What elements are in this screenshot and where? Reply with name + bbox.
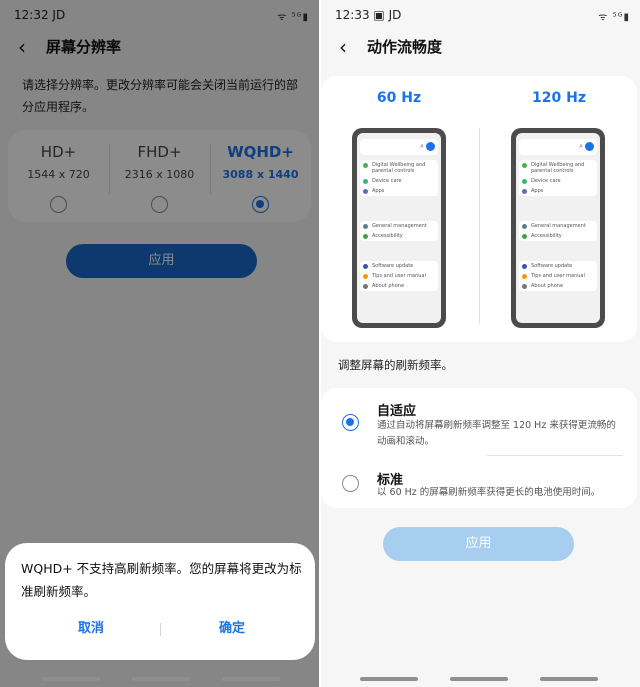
menu-group: Digital Wellbeing and parental controls … [360,160,438,196]
refresh-rate-preview-card: 60 Hz 120 Hz ⌕ Digital Wellbeing and par… [321,76,637,342]
menu-group: Software update Tips and user manual Abo… [360,261,438,291]
motion-smoothness-screen: 12:33 ▣ JD ᯤ ⁵ᴳ▮ ‹ 动作流畅度 60 Hz 120 Hz ⌕ … [321,0,640,687]
dialog-message: WQHD+ 不支持高刷新频率。您的屏幕将更改为标准刷新频率。 [21,561,302,599]
menu-group: General management Accessibility [360,221,438,241]
apps-icon [363,189,368,194]
menu-item-label: Software update [531,263,573,269]
nav-bar-indicator [540,677,598,681]
phone-preview-60: ⌕ Digital Wellbeing and parental control… [352,128,446,328]
general-management-icon [363,224,368,229]
menu-item: Software update [519,261,597,271]
avatar-icon [426,142,435,151]
menu-item-label: Device care [372,178,402,184]
menu-item: General management [519,221,597,231]
menu-item-label: About phone [372,283,405,289]
menu-item-label: Software update [372,263,414,269]
status-carrier: JD [388,8,402,22]
menu-item-label: Device care [531,178,561,184]
status-time-text: 12:33 [335,8,370,22]
menu-item: Accessibility [519,231,597,241]
confirm-button[interactable]: 确定 [172,619,292,639]
cancel-button[interactable]: 取消 [31,619,151,639]
menu-item: Device care [360,176,438,186]
menu-item: About phone [360,281,438,291]
menu-item-label: Accessibility [531,233,562,239]
accessibility-icon [363,234,368,239]
hz-label-120: 120 Hz [532,90,586,106]
menu-item: Apps [360,186,438,196]
avatar-icon [585,142,594,151]
menu-group: Software update Tips and user manual Abo… [519,261,597,291]
tips-icon [363,274,368,279]
radio-button-selected[interactable] [342,414,359,431]
accessibility-icon [522,234,527,239]
resolution-screen: 12:32 JD ᯤ ⁵ᴳ▮ ‹ 屏幕分辨率 请选择分辨率。更改分辨率可能会关闭… [0,0,319,687]
button-divider [160,623,161,636]
status-time: 12:33 ▣ JD [335,8,402,22]
about-phone-icon [363,284,368,289]
nav-bar-indicator [132,677,190,681]
preview-divider [479,128,480,324]
menu-item: Tips and user manual [360,271,438,281]
back-arrow-icon[interactable]: ‹ [339,35,347,59]
menu-item-label: Digital Wellbeing and parental controls [531,162,585,174]
refresh-rate-dialog: WQHD+ 不支持高刷新频率。您的屏幕将更改为标准刷新频率。 取消 确定 [5,543,315,660]
menu-item: Device care [519,176,597,186]
nav-bar-indicator [222,677,280,681]
hz-label-60: 60 Hz [376,90,422,106]
wellbeing-icon [363,163,368,168]
phone-screen: ⌕ Digital Wellbeing and parental control… [516,133,600,323]
menu-item: General management [360,221,438,231]
menu-item: Accessibility [360,231,438,241]
menu-item-label: General management [372,223,427,229]
phone-preview-120: ⌕ Digital Wellbeing and parental control… [511,128,605,328]
option-title: 自适应 [377,404,417,419]
refresh-rate-options-card: 自适应 通过自动将屏幕刷新频率调整至 120 Hz 来获得更流畅的动画和滚动。 … [321,388,637,508]
menu-item-label: Apps [372,188,385,194]
general-management-icon [522,224,527,229]
device-care-icon [522,179,527,184]
refresh-rate-description: 调整屏幕的刷新频率。 [338,358,453,372]
tips-icon [522,274,527,279]
menu-item-label: Tips and user manual [372,273,426,279]
menu-item-label: Digital Wellbeing and parental controls [372,162,426,174]
nav-bar-indicator [360,677,418,681]
search-icon: ⌕ [579,142,583,150]
phone-screen: ⌕ Digital Wellbeing and parental control… [357,133,441,323]
menu-item: Digital Wellbeing and parental controls [360,160,438,176]
device-care-icon [363,179,368,184]
apply-button-disabled[interactable]: 应用 [383,527,574,561]
menu-item: Apps [519,186,597,196]
nav-bar-indicator [42,677,100,681]
menu-item: About phone [519,281,597,291]
phone-search-bar: ⌕ [360,139,438,155]
menu-item-label: About phone [531,283,564,289]
phone-search-bar: ⌕ [519,139,597,155]
menu-item: Software update [360,261,438,271]
option-subtitle: 以 60 Hz 的屏幕刷新频率获得更长的电池使用时间。 [377,487,601,498]
about-phone-icon [522,284,527,289]
software-update-icon [363,264,368,269]
search-icon: ⌕ [420,142,424,150]
option-subtitle: 通过自动将屏幕刷新频率调整至 120 Hz 来获得更流畅的动画和滚动。 [377,420,616,447]
menu-item: Digital Wellbeing and parental controls [519,160,597,176]
menu-item-label: General management [531,223,586,229]
wellbeing-icon [522,163,527,168]
page-title: 动作流畅度 [367,38,443,56]
status-icons: ᯤ ⁵ᴳ▮ [598,12,630,23]
menu-item-label: Accessibility [372,233,403,239]
menu-item-label: Tips and user manual [531,273,585,279]
menu-group: General management Accessibility [519,221,597,241]
status-bar: 12:33 ▣ JD ᯤ ⁵ᴳ▮ [335,8,630,24]
apps-icon [522,189,527,194]
menu-group: Digital Wellbeing and parental controls … [519,160,597,196]
radio-button[interactable] [342,475,359,492]
software-update-icon [522,264,527,269]
menu-item: Tips and user manual [519,271,597,281]
option-divider [487,455,623,456]
nav-bar-indicator [450,677,508,681]
menu-item-label: Apps [531,188,544,194]
